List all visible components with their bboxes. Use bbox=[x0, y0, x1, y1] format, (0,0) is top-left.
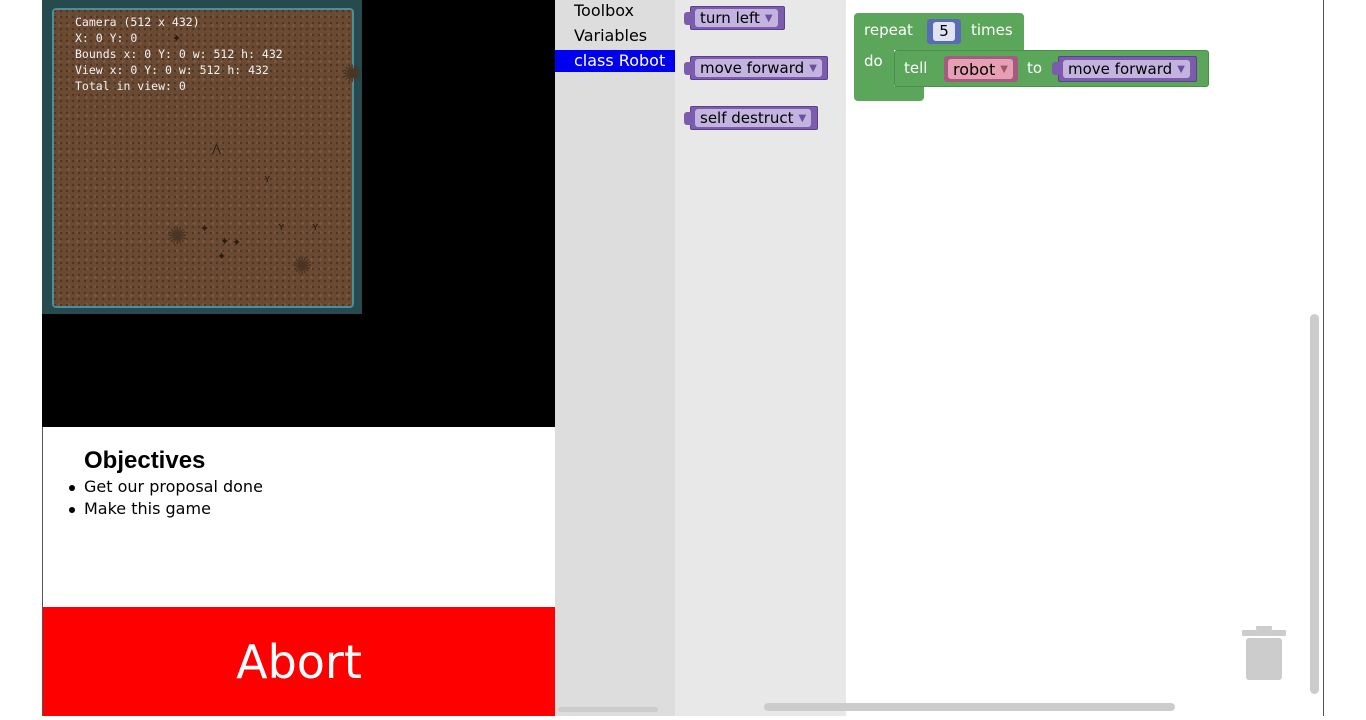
rock-icon: ✺ bbox=[342, 60, 363, 88]
debris-icon: ✦ bbox=[220, 235, 230, 248]
objectives-list: Get our proposal done Make this game bbox=[69, 476, 263, 520]
objectives-panel: Objectives Get our proposal done Make th… bbox=[43, 427, 555, 607]
rock-icon: ✺ bbox=[167, 222, 188, 250]
category-class-robot[interactable]: class Robot bbox=[555, 50, 675, 72]
category-variables[interactable]: Variables bbox=[555, 25, 675, 47]
tell-label: tell bbox=[904, 59, 928, 77]
debug-line: Bounds x: 0 Y: 0 w: 512 h: 432 bbox=[75, 47, 283, 61]
block-flyout: turn left ▼ move forward ▼ self destruct ▼ bbox=[675, 0, 846, 716]
turn-left-dropdown[interactable]: turn left ▼ bbox=[695, 9, 778, 27]
move-forward-workspace-block[interactable]: move forward ▼ bbox=[1052, 56, 1197, 82]
abort-button[interactable]: Abort bbox=[43, 607, 555, 716]
debug-line: X: 0 Y: 0 bbox=[75, 31, 138, 45]
block-connector bbox=[684, 62, 692, 75]
block-label: turn left bbox=[700, 9, 760, 27]
debris-icon: ✦ bbox=[217, 250, 227, 263]
debug-line: View x: 0 Y: 0 w: 512 h: 432 bbox=[75, 63, 269, 77]
debris-icon: ✦ bbox=[232, 236, 242, 249]
toolbox-scrollbar[interactable] bbox=[558, 707, 658, 712]
debris-icon: ʏ bbox=[278, 220, 285, 233]
robot-variable-dropdown[interactable]: robot ▼ bbox=[948, 59, 1013, 79]
camera-debug-text: Camera (512 x 432) X: 0 Y: 0 Bounds x: 0… bbox=[75, 14, 283, 94]
debris-icon: ✦ bbox=[200, 222, 210, 235]
category-label: Toolbox bbox=[574, 1, 634, 20]
game-viewport: ✦ ⋀ ✦ ✦ ✦ ✦ ʏ ʏ ʏ ✺ ✺ ✺ Camera (512 x 43… bbox=[42, 0, 555, 427]
rock-icon: ✺ bbox=[292, 252, 313, 280]
repeat-label: repeat bbox=[864, 21, 913, 39]
code-workspace[interactable] bbox=[846, 0, 1323, 716]
turn-left-block[interactable]: turn left ▼ bbox=[684, 6, 785, 30]
toolbox-panel: Toolbox Variables class Robot bbox=[555, 0, 675, 716]
trash-icon[interactable] bbox=[1242, 626, 1286, 682]
objectives-title: Objectives bbox=[84, 447, 206, 474]
workspace-horizontal-scrollbar[interactable] bbox=[764, 703, 1175, 711]
chevron-down-icon: ▼ bbox=[809, 62, 817, 74]
debug-line: Total in view: 0 bbox=[75, 79, 186, 93]
block-label: self destruct bbox=[700, 109, 794, 127]
action-dropdown[interactable]: move forward ▼ bbox=[1063, 60, 1190, 78]
debris-icon: ʏ bbox=[312, 220, 319, 233]
action-label: move forward bbox=[1068, 60, 1173, 78]
variable-label: robot bbox=[953, 59, 996, 79]
objective-item: Get our proposal done bbox=[69, 476, 263, 498]
objective-item: Make this game bbox=[69, 498, 263, 520]
debug-line: Camera (512 x 432) bbox=[75, 15, 200, 29]
move-forward-block[interactable]: move forward ▼ bbox=[684, 56, 828, 80]
category-label: Variables bbox=[574, 26, 648, 45]
block-connector bbox=[684, 12, 692, 25]
move-forward-dropdown[interactable]: move forward ▼ bbox=[695, 59, 822, 77]
block-connector bbox=[1052, 62, 1060, 75]
to-label: to bbox=[1027, 59, 1043, 77]
category-toolbox[interactable]: Toolbox bbox=[555, 0, 675, 22]
debris-icon: ʏ bbox=[264, 172, 271, 185]
game-map[interactable]: ✦ ⋀ ✦ ✦ ✦ ✦ ʏ ʏ ʏ ✺ ✺ ✺ Camera (512 x 43… bbox=[42, 0, 362, 314]
chevron-down-icon: ▼ bbox=[1177, 63, 1185, 75]
repeat-block-foot bbox=[854, 86, 924, 101]
block-connector bbox=[684, 112, 692, 125]
debris-icon: ⋀ bbox=[212, 142, 222, 155]
self-destruct-dropdown[interactable]: self destruct ▼ bbox=[695, 109, 812, 127]
workspace-vertical-scrollbar[interactable] bbox=[1310, 314, 1319, 694]
block-label: move forward bbox=[700, 59, 805, 77]
self-destruct-block[interactable]: self destruct ▼ bbox=[684, 106, 818, 130]
chevron-down-icon: ▼ bbox=[798, 112, 807, 124]
repeat-count-field[interactable]: 5 bbox=[933, 22, 955, 41]
chevron-down-icon: ▼ bbox=[764, 12, 773, 24]
category-label: class Robot bbox=[574, 51, 666, 70]
times-label: times bbox=[971, 21, 1013, 39]
do-label: do bbox=[864, 52, 883, 70]
chevron-down-icon: ▼ bbox=[1000, 63, 1008, 75]
